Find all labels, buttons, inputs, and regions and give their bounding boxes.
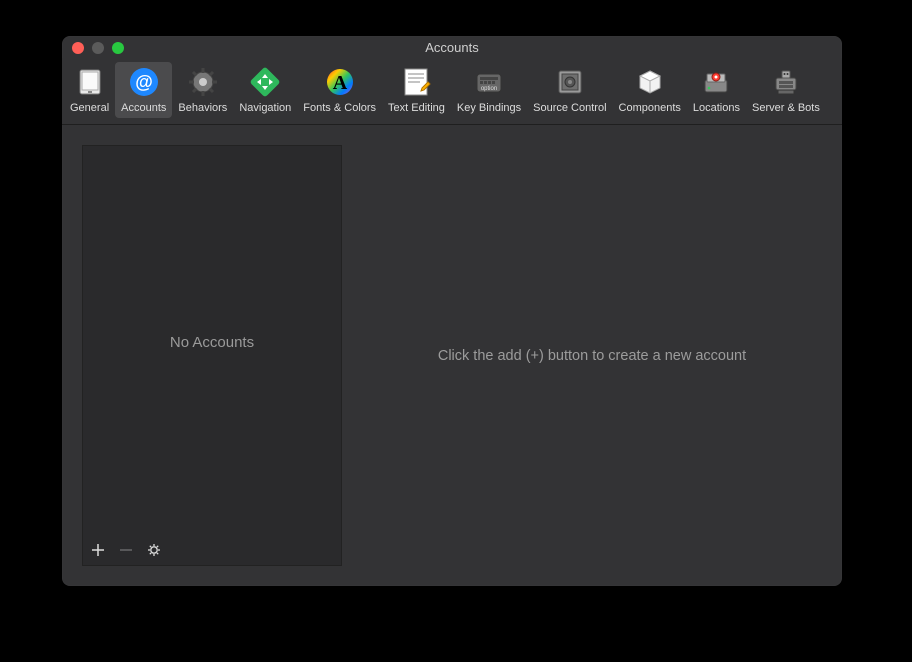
preferences-window: Accounts General @ Accounts Behaviors N (62, 36, 842, 586)
tab-key-bindings[interactable]: option Key Bindings (451, 62, 527, 118)
source-control-icon (554, 66, 586, 98)
minimize-icon[interactable] (92, 42, 104, 54)
tab-label: Behaviors (178, 102, 227, 114)
svg-text:@: @ (135, 72, 153, 92)
close-icon[interactable] (72, 42, 84, 54)
accounts-list-footer (83, 539, 341, 565)
tab-label: Key Bindings (457, 102, 521, 114)
tab-text-editing[interactable]: Text Editing (382, 62, 451, 118)
add-account-button[interactable] (89, 543, 107, 561)
tab-accounts[interactable]: @ Accounts (115, 62, 172, 118)
detail-empty-label: Click the add (+) button to create a new… (438, 348, 746, 364)
tab-server-bots[interactable]: Server & Bots (746, 62, 826, 118)
accounts-list-body: No Accounts (83, 146, 341, 539)
accounts-list: No Accounts (82, 145, 342, 566)
svg-text:A: A (332, 72, 347, 94)
general-icon (74, 66, 106, 98)
tab-label: Fonts & Colors (303, 102, 376, 114)
remove-account-button[interactable] (117, 543, 135, 561)
tab-locations[interactable]: Locations (687, 62, 746, 118)
account-actions-button[interactable] (145, 543, 163, 561)
navigation-icon (249, 66, 281, 98)
plus-icon (91, 543, 105, 562)
components-icon (634, 66, 666, 98)
content-area: No Accounts (62, 125, 842, 586)
empty-accounts-label: No Accounts (170, 334, 254, 351)
minus-icon (119, 543, 133, 562)
gear-icon (147, 543, 161, 562)
tab-label: General (70, 102, 109, 114)
titlebar: Accounts (62, 36, 842, 58)
tab-label: Source Control (533, 102, 606, 114)
tab-behaviors[interactable]: Behaviors (172, 62, 233, 118)
tab-label: Components (619, 102, 681, 114)
window-title: Accounts (62, 40, 842, 55)
tab-source-control[interactable]: Source Control (527, 62, 612, 118)
locations-icon (700, 66, 732, 98)
fonts-colors-icon: A (324, 66, 356, 98)
tab-label: Accounts (121, 102, 166, 114)
tab-fonts-colors[interactable]: A Fonts & Colors (297, 62, 382, 118)
account-detail-panel: Click the add (+) button to create a new… (362, 145, 822, 566)
tab-label: Server & Bots (752, 102, 820, 114)
tab-navigation[interactable]: Navigation (233, 62, 297, 118)
server-bots-icon (770, 66, 802, 98)
tab-components[interactable]: Components (613, 62, 687, 118)
accounts-icon: @ (128, 66, 160, 98)
zoom-icon[interactable] (112, 42, 124, 54)
tab-label: Locations (693, 102, 740, 114)
preferences-toolbar: General @ Accounts Behaviors Navigation (62, 58, 842, 125)
text-editing-icon (400, 66, 432, 98)
traffic-lights (72, 42, 124, 54)
behaviors-icon (187, 66, 219, 98)
tab-general[interactable]: General (64, 62, 115, 118)
svg-text:option: option (481, 86, 497, 92)
key-bindings-icon: option (473, 66, 505, 98)
tab-label: Navigation (239, 102, 291, 114)
tab-label: Text Editing (388, 102, 445, 114)
